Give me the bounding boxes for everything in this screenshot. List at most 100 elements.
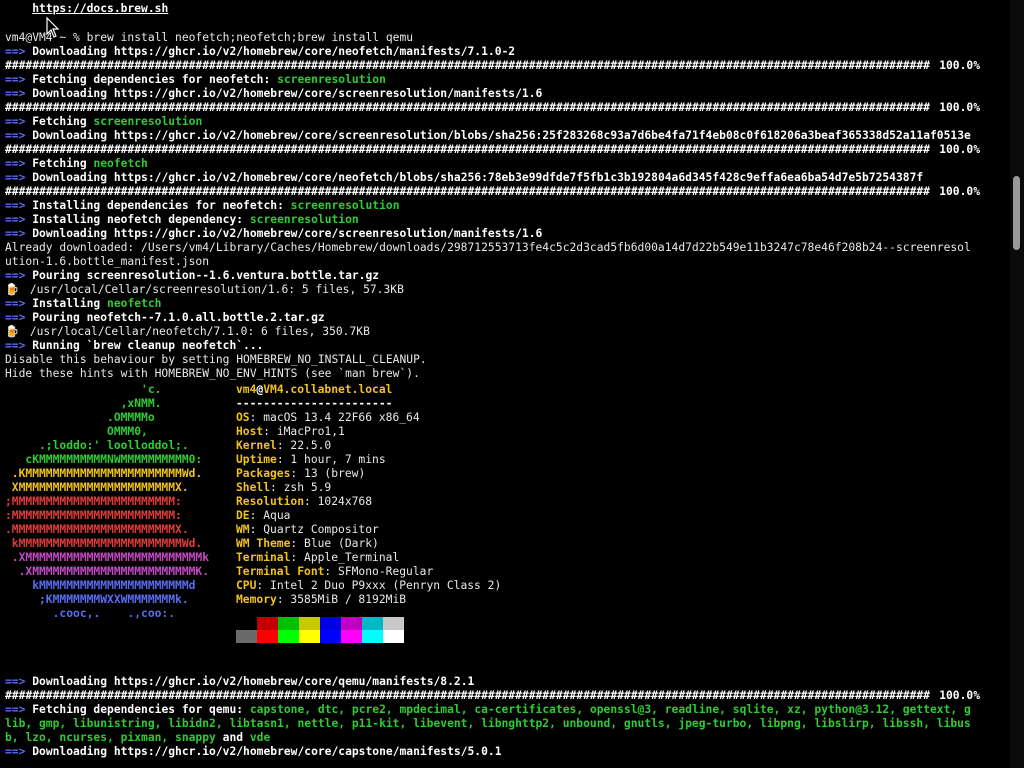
apple-ascii-logo: 'c. ,xNMM. .OMMMMo OMMM0, .;loddo:' lool… (5, 383, 235, 621)
mouse-pointer-icon (46, 17, 60, 38)
package-name: capstone, dtc, pcre2, mpdecimal, ca-cert… (249, 703, 971, 716)
progress-line: ########################################… (5, 59, 1005, 73)
color-swatch (299, 617, 320, 630)
terminal-line: ==> Pouring neofetch--7.1.0.all.bottle.2… (5, 311, 1005, 325)
scroll-thumb[interactable] (1013, 176, 1020, 250)
info-fields: OS: macOS 13.4 22F66 x86_64 Host: iMacPro… (236, 411, 756, 607)
progress-percent: 100.0% (939, 101, 980, 114)
terminal-line: ution-1.6.bottle_manifest.json (5, 255, 1005, 269)
logo-line: XMMMMMMMMMMMMMMMMMMMMMMMX. (5, 481, 189, 494)
progress-bar: ########################################… (5, 689, 937, 702)
package-names: lib, gmp, libunistring, libidn2, libtasn… (5, 717, 971, 730)
terminal-output: https://docs.brew.sh vm4@VM4 ~ % brew in… (5, 2, 1005, 759)
step-text: Fetching dependencies for qemu: (32, 703, 250, 716)
arrow-marker: ==> (5, 199, 26, 212)
colon: : (256, 579, 271, 592)
package-name: screenresolution (249, 213, 359, 226)
terminal-window[interactable]: https://docs.brew.sh vm4@VM4 ~ % brew in… (0, 0, 1024, 768)
info-field: DE: Aqua (236, 509, 756, 523)
colon: : (290, 551, 305, 564)
logo-line: kMMMMMMMMMMMMMMMMMMMMMMMMWd. (5, 537, 203, 550)
terminal-line: ==> Downloading https://ghcr.io/v2/homeb… (5, 45, 1005, 59)
progress-percent: 100.0% (939, 143, 980, 156)
logo-line: .XMMMMMMMMMMMMMMMMMMMMMMMMK. (5, 565, 210, 578)
arrow-marker: ==> (5, 171, 26, 184)
terminal-line: ==> Downloading https://ghcr.io/v2/homeb… (5, 129, 1005, 143)
arrow-marker: ==> (5, 129, 26, 142)
info-value: iMacPro1,1 (276, 425, 345, 438)
terminal-line: ==> Fetching neofetch (5, 157, 1005, 171)
terminal-line: ==> Downloading https://ghcr.io/v2/homeb… (5, 171, 1005, 185)
output-text: Already downloaded: /Users/vm4/Library/C… (5, 241, 971, 254)
step-text: Installing neofetch dependency: (32, 213, 250, 226)
logo-line: .XMMMMMMMMMMMMMMMMMMMMMMMMMMk (5, 551, 210, 564)
user-name: vm4 (236, 383, 257, 396)
arrow-marker: ==> (5, 745, 26, 758)
arrow-marker: ==> (5, 45, 26, 58)
logo-line: ;KMMMMMMMWXXWMMMMMMMk. (5, 593, 189, 606)
colon: : (249, 509, 264, 522)
color-swatch (236, 617, 257, 630)
progress-line: ########################################… (5, 185, 1005, 199)
info-value: 13 (brew) (304, 467, 366, 480)
color-swatch (383, 630, 404, 643)
colon: : (276, 439, 291, 452)
logo-line: :MMMMMMMMMMMMMMMMMMMMMMMM: (5, 509, 182, 522)
package-names: b, lzo, ncurses, pixman, snappy (5, 731, 216, 744)
terminal-line: ==> Downloading https://ghcr.io/v2/homeb… (5, 227, 1005, 241)
progress-percent: 100.0% (939, 185, 980, 198)
color-swatch (362, 617, 383, 630)
terminal-line: ==> Running `brew cleanup neofetch`... (5, 339, 1005, 353)
color-swatch (341, 617, 362, 630)
terminal-line: vm4@VM4 ~ % brew install neofetch;neofet… (5, 31, 1005, 45)
color-swatch (278, 630, 299, 643)
output-text: ution-1.6.bottle_manifest.json (5, 255, 210, 268)
separator-line: ----------------------- (236, 397, 393, 410)
progress-percent: 100.0% (939, 689, 980, 702)
color-swatch (257, 630, 278, 643)
vertical-scrollbar[interactable] (1010, 0, 1024, 768)
progress-line: ########################################… (5, 689, 1005, 703)
info-key: Uptime (236, 453, 277, 466)
package-name: neofetch (93, 157, 148, 170)
progress-line: ########################################… (5, 143, 1005, 157)
arrow-marker: ==> (5, 157, 26, 170)
colon: : (270, 481, 284, 494)
terminal-line: ==> Pouring screenresolution--1.6.ventur… (5, 269, 1005, 283)
package-name: screenresolution (277, 73, 386, 86)
logo-line: kMMMMMMMMMMMMMMMMMMMMMMd (5, 579, 196, 592)
conjunction: and (215, 731, 250, 744)
system-info: vm4@VM4.collabnet.local ----------------… (236, 383, 756, 607)
info-field: Terminal Font: SFMono-Regular (236, 565, 756, 579)
terminal-line: 🍺 /usr/local/Cellar/screenresolution/1.6… (5, 283, 1005, 297)
info-key: Host (236, 425, 264, 438)
arrow-marker: ==> (5, 675, 26, 688)
info-value: 1 hour, 7 mins (290, 453, 386, 466)
step-text: Downloading https://ghcr.io/v2/homebrew/… (32, 675, 475, 688)
docs-link[interactable]: https://docs.brew.sh (32, 2, 168, 15)
logo-line: .cooc,. .,coo:. (5, 607, 176, 620)
color-swatch (257, 617, 278, 630)
step-text: Fetching dependencies for neofetch: (32, 73, 278, 86)
colon: : (249, 411, 264, 424)
progress-percent: 100.0% (939, 59, 980, 72)
color-row-bright (236, 630, 404, 643)
logo-line: .;loddo:' loolloddol;. (5, 439, 189, 452)
neofetch-output: 'c. ,xNMM. .OMMMMo OMMM0, .;loddo:' lool… (5, 381, 1005, 647)
package-name: screenresolution (93, 115, 203, 128)
info-value: Intel 2 Duo P9xxx (Penryn Class 2) (270, 579, 502, 592)
colon: : (324, 565, 339, 578)
info-value: 3585MiB / 8192MiB (290, 593, 407, 606)
terminal-line: ==> Fetching dependencies for qemu: caps… (5, 703, 1005, 717)
arrow-marker: ==> (5, 311, 26, 324)
info-field: Host: iMacPro1,1 (236, 425, 756, 439)
info-field: Resolution: 1024x768 (236, 495, 756, 509)
color-swatch (383, 617, 404, 630)
progress-bar: ########################################… (5, 59, 937, 72)
info-key: CPU (236, 579, 257, 592)
terminal-line: Disable this behaviour by setting HOMEBR… (5, 353, 1005, 367)
colon: : (276, 593, 291, 606)
logo-line: 'c. (5, 383, 162, 396)
